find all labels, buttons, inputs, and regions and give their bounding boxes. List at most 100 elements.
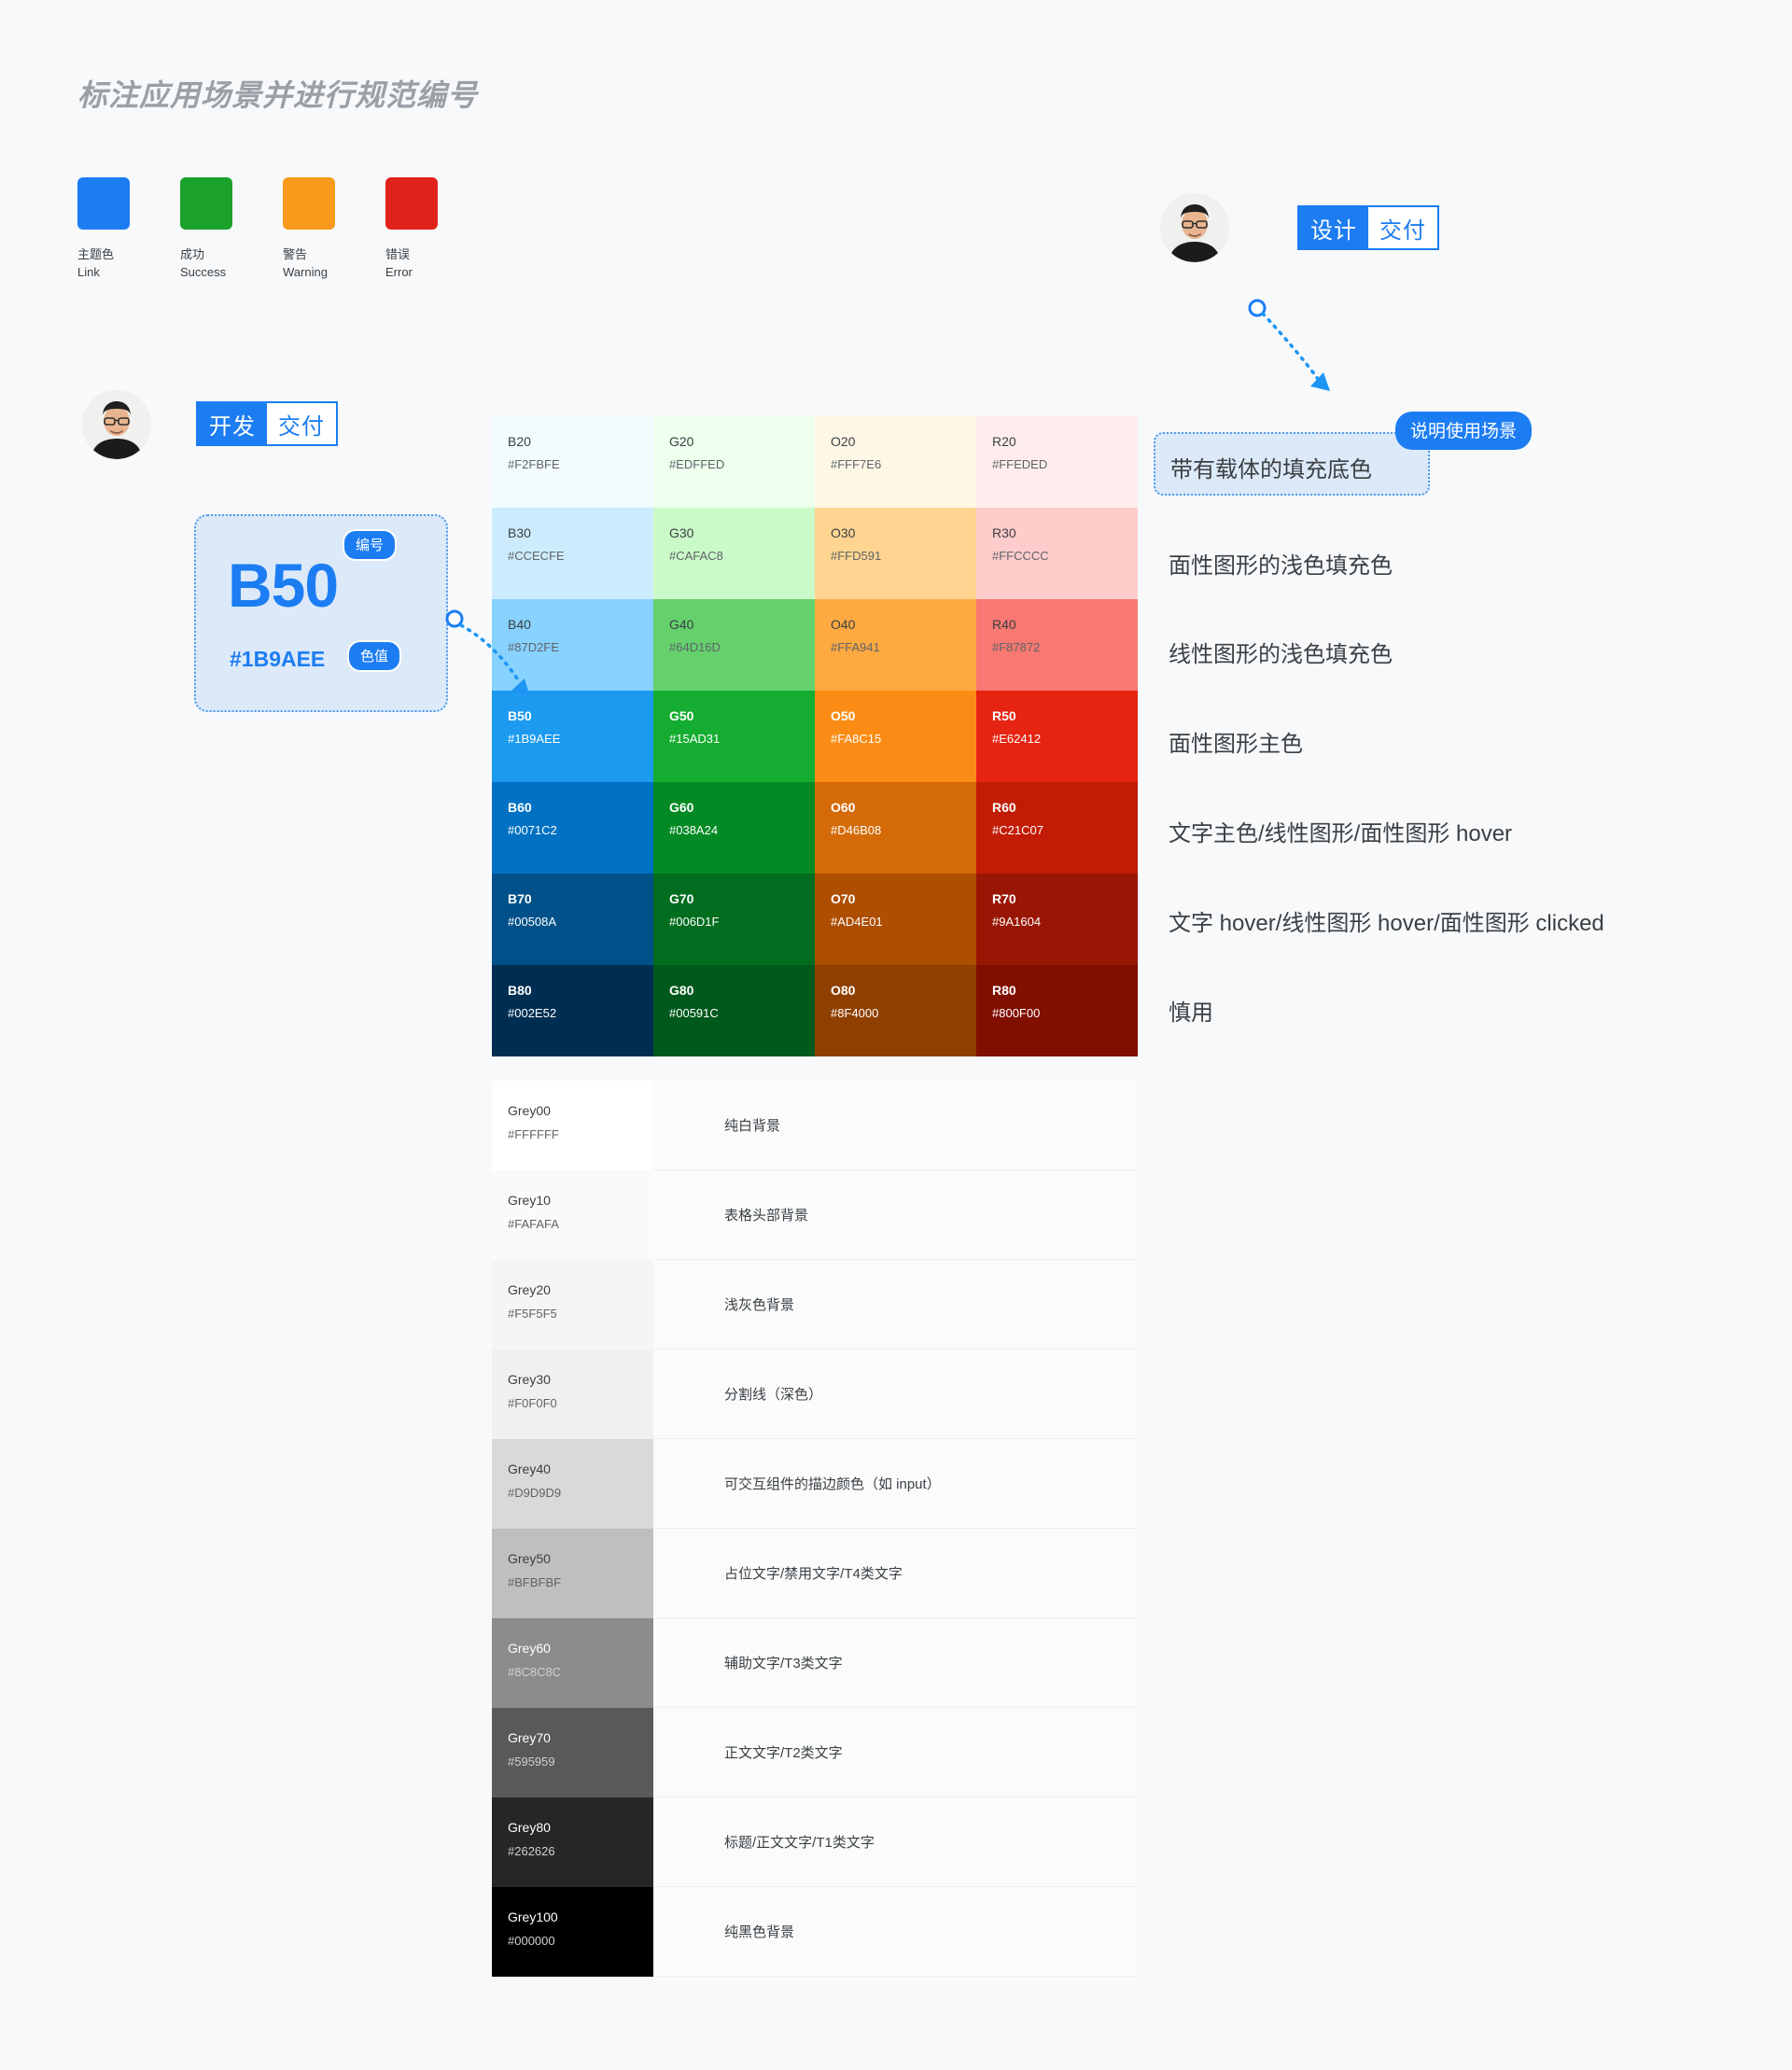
color-cell-hex: #8F4000	[831, 1006, 879, 1020]
role-toggle-design[interactable]: 设计 交付	[1297, 205, 1439, 250]
color-cell-name: R50	[992, 708, 1016, 723]
color-cell-hex: #EDFFED	[669, 457, 725, 471]
color-cell[interactable]: R30 #FFCCCC	[976, 508, 1138, 599]
role-toggle-dev[interactable]: 开发 交付	[196, 401, 338, 446]
color-cell-hex: #F2FBFE	[508, 457, 560, 471]
semantic-swatch-row: 主题色 Link 成功 Success 警告 Warning 错误 Error	[77, 177, 464, 281]
color-cell-hex: #FFD591	[831, 549, 882, 563]
semantic-swatch-link: 主题色 Link	[77, 177, 156, 281]
color-cell-hex: #CCECFE	[508, 549, 565, 563]
color-cell-name: O60	[831, 800, 856, 815]
spec-color-hex: #1B9AEE	[230, 647, 326, 671]
color-cell-name: G40	[669, 617, 694, 632]
color-cell[interactable]: G70 #006D1F	[653, 874, 815, 965]
color-cell[interactable]: R70 #9A1604	[976, 874, 1138, 965]
grey-swatch-cell: Grey10 #FAFAFA	[492, 1170, 653, 1260]
color-cell[interactable]: R50 #E62412	[976, 691, 1138, 782]
swatch-label-cn: 成功	[180, 247, 205, 261]
color-cell[interactable]: R20 #FFEDED	[976, 416, 1138, 508]
swatch-label-cn: 警告	[283, 247, 308, 261]
color-cell-hex: #038A24	[669, 823, 719, 837]
color-cell-name: B80	[508, 983, 532, 998]
table-row[interactable]: Grey100 #000000 纯黑色背景	[492, 1887, 1138, 1977]
swatch-label-cn: 错误	[385, 247, 411, 261]
color-cell[interactable]: B60 #0071C2	[492, 782, 653, 874]
table-row[interactable]: Grey70 #595959 正文文字/T2类文字	[492, 1708, 1138, 1797]
color-cell-hex: #E62412	[992, 732, 1042, 746]
color-cell[interactable]: B40 #87D2FE	[492, 599, 653, 691]
table-row[interactable]: Grey00 #FFFFFF 纯白背景	[492, 1081, 1138, 1170]
color-cell[interactable]: O50 #FA8C15	[815, 691, 976, 782]
usage-annotation-60: 文字主色/线性图形/面性图形 hover	[1169, 821, 1513, 846]
usage-annotation-highlighted: 带有载体的填充底色	[1154, 432, 1430, 496]
grey-swatch-name: Grey30	[508, 1372, 551, 1387]
table-row[interactable]: Grey10 #FAFAFA 表格头部背景	[492, 1170, 1138, 1260]
avatar-designer	[1160, 193, 1229, 262]
grey-usage-description: 分割线（深色）	[653, 1350, 1138, 1439]
semantic-swatch-error: 错误 Error	[385, 177, 464, 281]
color-cell[interactable]: O30 #FFD591	[815, 508, 976, 599]
color-cell[interactable]: O70 #AD4E01	[815, 874, 976, 965]
color-cell[interactable]: G40 #64D16D	[653, 599, 815, 691]
grey-swatch-hex: #D9D9D9	[508, 1485, 562, 1500]
usage-annotation-80: 慎用	[1169, 1000, 1213, 1026]
color-cell-hex: #00508A	[508, 915, 557, 929]
color-cell[interactable]: G20 #EDFFED	[653, 416, 815, 508]
color-cell[interactable]: O80 #8F4000	[815, 965, 976, 1056]
table-row[interactable]: Grey20 #F5F5F5 浅灰色背景	[492, 1260, 1138, 1350]
color-cell-name: O40	[831, 617, 856, 632]
color-cell-hex: #FFEDED	[992, 457, 1048, 471]
color-cell-name: O80	[831, 983, 856, 998]
role-segment-dev[interactable]: 开发	[198, 403, 267, 444]
color-cell[interactable]: O20 #FFF7E6	[815, 416, 976, 508]
usage-annotation-text: 带有载体的填充底色	[1170, 457, 1372, 483]
color-cell-name: G60	[669, 800, 694, 815]
color-cell-name: G70	[669, 891, 694, 906]
color-cell[interactable]: O60 #D46B08	[815, 782, 976, 874]
color-cell-name: O20	[831, 434, 856, 449]
color-cell[interactable]: R80 #800F00	[976, 965, 1138, 1056]
color-cell[interactable]: B80 #002E52	[492, 965, 653, 1056]
role-segment-delivery[interactable]: 交付	[1368, 207, 1437, 248]
role-segment-design[interactable]: 设计	[1299, 207, 1368, 248]
role-segment-delivery[interactable]: 交付	[267, 403, 336, 444]
usage-annotation-40: 线性图形的浅色填充色	[1169, 642, 1393, 667]
table-row[interactable]: Grey50 #BFBFBF 占位文字/禁用文字/T4类文字	[492, 1529, 1138, 1618]
grey-usage-description: 正文文字/T2类文字	[653, 1708, 1138, 1797]
color-cell[interactable]: B30 #CCECFE	[492, 508, 653, 599]
scene-badge: 说明使用场景	[1395, 412, 1533, 450]
swatch-chip-warning	[283, 177, 335, 230]
color-cell-hex: #006D1F	[669, 915, 720, 929]
grey-swatch-name: Grey60	[508, 1641, 551, 1656]
grey-usage-description: 纯黑色背景	[653, 1887, 1138, 1977]
grey-swatch-hex: #8C8C8C	[508, 1664, 562, 1679]
color-cell[interactable]: B20 #F2FBFE	[492, 416, 653, 508]
color-cell[interactable]: B70 #00508A	[492, 874, 653, 965]
grey-swatch-hex: #BFBFBF	[508, 1574, 562, 1589]
color-cell[interactable]: R40 #F87872	[976, 599, 1138, 691]
table-row[interactable]: Grey80 #262626 标题/正文文字/T1类文字	[492, 1797, 1138, 1887]
color-cell[interactable]: G80 #00591C	[653, 965, 815, 1056]
table-row[interactable]: Grey60 #8C8C8C 辅助文字/T3类文字	[492, 1618, 1138, 1708]
table-row[interactable]: Grey40 #D9D9D9 可交互组件的描边颜色（如 input）	[492, 1439, 1138, 1529]
grey-swatch-cell: Grey100 #000000	[492, 1887, 653, 1977]
usage-annotation-70: 文字 hover/线性图形 hover/面性图形 clicked	[1169, 911, 1604, 936]
spec-callout-card: B50 #1B9AEE	[194, 514, 448, 712]
color-cell[interactable]: R60 #C21C07	[976, 782, 1138, 874]
color-cell-hex: #C21C07	[992, 823, 1043, 837]
color-cell-hex: #9A1604	[992, 915, 1042, 929]
grey-usage-description: 浅灰色背景	[653, 1260, 1138, 1350]
color-cell[interactable]: O40 #FFA941	[815, 599, 976, 691]
color-cell[interactable]: G50 #15AD31	[653, 691, 815, 782]
color-cell-hex: #AD4E01	[831, 915, 883, 929]
table-row[interactable]: Grey30 #F0F0F0 分割线（深色）	[492, 1350, 1138, 1439]
color-cell-hex: #FFF7E6	[831, 457, 882, 471]
connector-line	[1261, 312, 1320, 381]
tag-badge-hex: 色值	[347, 640, 402, 672]
color-cell[interactable]: G60 #038A24	[653, 782, 815, 874]
grey-swatch-cell: Grey50 #BFBFBF	[492, 1529, 653, 1618]
color-cell[interactable]: B50 #1B9AEE	[492, 691, 653, 782]
color-cell-hex: #1B9AEE	[508, 732, 561, 746]
color-cell[interactable]: G30 #CAFAC8	[653, 508, 815, 599]
usage-annotation-30: 面性图形的浅色填充色	[1169, 553, 1393, 579]
